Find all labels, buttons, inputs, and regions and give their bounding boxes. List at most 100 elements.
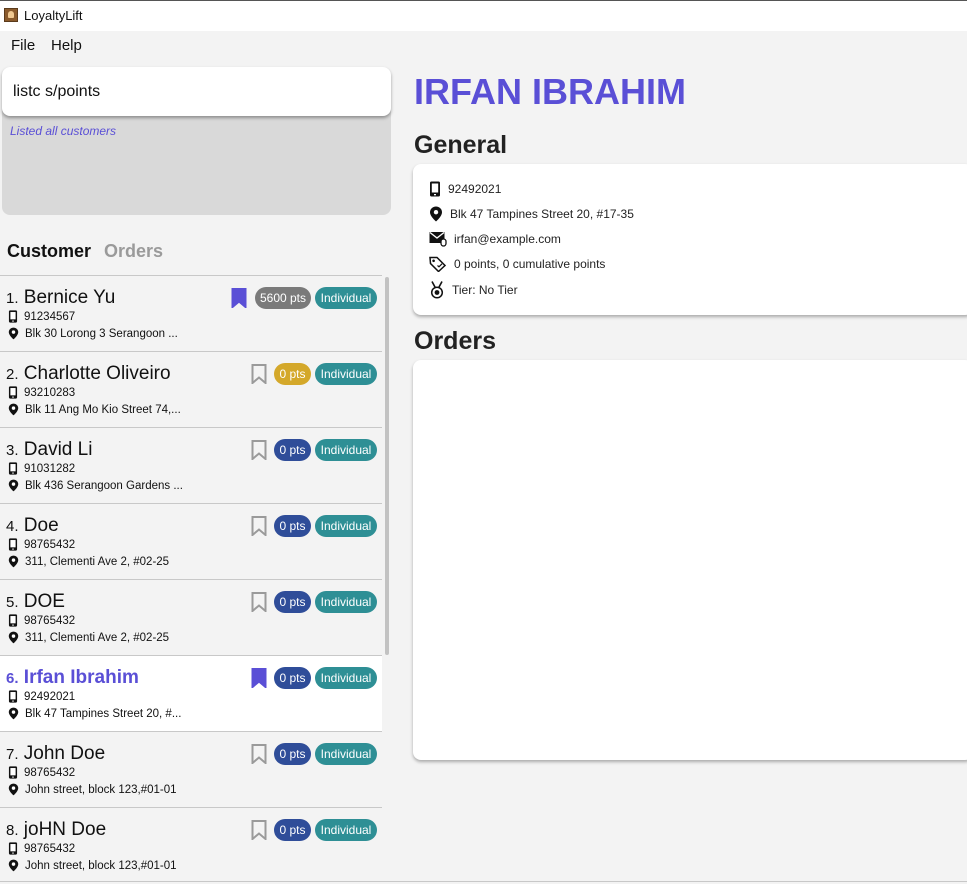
bookmark-icon[interactable] <box>251 668 267 688</box>
tab-bar: Customer Orders <box>7 241 171 262</box>
location-pin-icon <box>8 403 19 416</box>
customer-address-row: 311, Clementi Ave 2, #02-25 <box>8 555 169 568</box>
customer-phone-row: 98765432 <box>8 766 75 779</box>
window-title: LoyaltyLift <box>24 8 83 23</box>
customer-phone-row: 92492021 <box>8 690 75 703</box>
bookmark-icon[interactable] <box>251 820 267 840</box>
phone-icon <box>430 181 440 197</box>
customer-phone-row: 91031282 <box>8 462 75 475</box>
customer-name: 2. Charlotte Oliveiro <box>6 363 171 384</box>
phone-icon <box>8 386 18 399</box>
orders-heading: Orders <box>414 327 496 355</box>
phone-icon <box>8 690 18 703</box>
detail-phone: 92492021 <box>448 182 502 196</box>
detail-tier: Tier: No Tier <box>452 283 518 297</box>
customer-address-row: John street, block 123,#01-01 <box>8 783 177 796</box>
location-pin-icon <box>8 707 19 720</box>
customer-address-row: Blk 436 Serangoon Gardens ... <box>8 479 183 492</box>
phone-icon <box>8 538 18 551</box>
customer-address-row: John street, block 123,#01-01 <box>8 859 177 872</box>
phone-icon <box>8 310 18 323</box>
customer-phone: 98765432 <box>24 842 76 855</box>
bookmark-icon[interactable] <box>251 516 267 536</box>
customer-phone: 92492021 <box>24 690 76 703</box>
tab-customer[interactable]: Customer <box>7 241 91 261</box>
detail-address: Blk 47 Tampines Street 20, #17-35 <box>450 207 634 221</box>
bookmark-icon[interactable] <box>251 744 267 764</box>
customer-phone-row: 98765432 <box>8 842 75 855</box>
customer-address-row: Blk 30 Lorong 3 Serangoon ... <box>8 327 178 340</box>
customer-address: 311, Clementi Ave 2, #02-25 <box>25 555 170 568</box>
customer-phone: 93210283 <box>24 386 76 399</box>
customer-address: 311, Clementi Ave 2, #02-25 <box>25 631 170 644</box>
customer-type-badge: Individual <box>315 819 377 841</box>
customer-address-row: Blk 47 Tampines Street 20, #... <box>8 707 181 720</box>
points-badge: 0 pts <box>274 819 311 841</box>
customer-phone-row: 98765432 <box>8 614 75 627</box>
customer-type-badge: Individual <box>315 667 377 689</box>
customer-card[interactable]: 3. David Li 91031282 Blk 436 Serangoon Gar… <box>0 427 382 503</box>
customer-name: 7. John Doe <box>6 743 106 764</box>
customer-phone-row: 98765432 <box>8 538 75 551</box>
customer-type-badge: Individual <box>315 439 377 461</box>
customer-card[interactable]: 1. Bernice Yu 91234567 Blk 30 Lorong 3 Ser… <box>0 275 382 351</box>
customer-card[interactable]: 8. joHN Doe 98765432 John street, block 12… <box>0 807 382 883</box>
customer-name: 6. Irfan Ibrahim <box>6 667 139 688</box>
result-message: Listed all customers <box>10 124 117 138</box>
location-pin-icon <box>430 206 442 222</box>
customer-address: Blk 47 Tampines Street 20, #... <box>25 707 182 720</box>
customer-name: 1. Bernice Yu <box>6 287 116 308</box>
points-badge: 0 pts <box>274 591 311 613</box>
detail-address-row: Blk 47 Tampines Street 20, #17-35 <box>429 206 634 222</box>
list-scrollbar[interactable] <box>385 277 389 655</box>
customer-card[interactable]: 2. Charlotte Oliveiro 93210283 Blk 11 Ang … <box>0 351 382 427</box>
customer-address: Blk 30 Lorong 3 Serangoon ... <box>25 327 178 340</box>
bookmark-icon[interactable] <box>251 592 267 612</box>
points-badge: 0 pts <box>274 667 311 689</box>
points-badge: 0 pts <box>274 743 311 765</box>
customer-card[interactable]: 7. John Doe 98765432 John street, block 12… <box>0 731 382 807</box>
bookmark-icon[interactable] <box>251 440 267 460</box>
phone-icon <box>8 614 18 627</box>
customer-type-badge: Individual <box>315 743 377 765</box>
detail-tier-row: Tier: No Tier <box>429 281 518 299</box>
detail-email: irfan@example.com <box>454 232 561 246</box>
customer-address: Blk 436 Serangoon Gardens ... <box>25 479 183 492</box>
customer-phone: 91031282 <box>24 462 76 475</box>
customer-phone: 98765432 <box>24 614 76 627</box>
medal-icon <box>430 281 444 299</box>
customer-type-badge: Individual <box>315 515 377 537</box>
customer-card[interactable]: 5. DOE 98765432 311, Clementi Ave 2, #02-2… <box>0 579 382 655</box>
customer-phone: 98765432 <box>24 766 76 779</box>
customer-name: 5. DOE <box>6 591 65 612</box>
customer-type-badge: Individual <box>315 287 377 309</box>
points-badge: 0 pts <box>274 363 311 385</box>
left-panel: Listed all customers Customer Orders 1. … <box>0 60 395 884</box>
location-pin-icon <box>8 555 19 568</box>
phone-icon <box>8 462 18 475</box>
detail-points-row: 0 points, 0 cumulative points <box>429 256 605 272</box>
bookmark-icon[interactable] <box>251 364 267 384</box>
menu-help[interactable]: Help <box>51 37 82 54</box>
bookmark-icon[interactable] <box>231 288 247 308</box>
title-bar: LoyaltyLift <box>0 0 967 31</box>
bottom-divider <box>0 881 967 882</box>
customer-phone: 91234567 <box>24 310 76 323</box>
general-card: 92492021 Blk 47 Tampines Street 20, #17-… <box>413 164 967 315</box>
menu-bar: File Help <box>0 31 967 60</box>
menu-file[interactable]: File <box>11 37 35 54</box>
customer-name: 3. David Li <box>6 439 93 460</box>
detail-points: 0 points, 0 cumulative points <box>454 257 606 271</box>
tab-orders[interactable]: Orders <box>104 241 163 261</box>
customer-name: 8. joHN Doe <box>6 819 107 840</box>
customer-address-row: Blk 11 Ang Mo Kio Street 74,... <box>8 403 181 416</box>
command-input[interactable] <box>2 67 391 116</box>
customer-card[interactable]: 6. Irfan Ibrahim 92492021 Blk 47 Tampines … <box>0 655 382 731</box>
customer-card[interactable]: 4. Doe 98765432 311, Clementi Ave 2, #02-2… <box>0 503 382 579</box>
customer-list[interactable]: 1. Bernice Yu 91234567 Blk 30 Lorong 3 Ser… <box>0 275 382 884</box>
location-pin-icon <box>8 783 19 796</box>
app-icon <box>4 8 18 22</box>
phone-icon <box>8 766 18 779</box>
customer-phone: 98765432 <box>24 538 76 551</box>
points-badge: 0 pts <box>274 439 311 461</box>
